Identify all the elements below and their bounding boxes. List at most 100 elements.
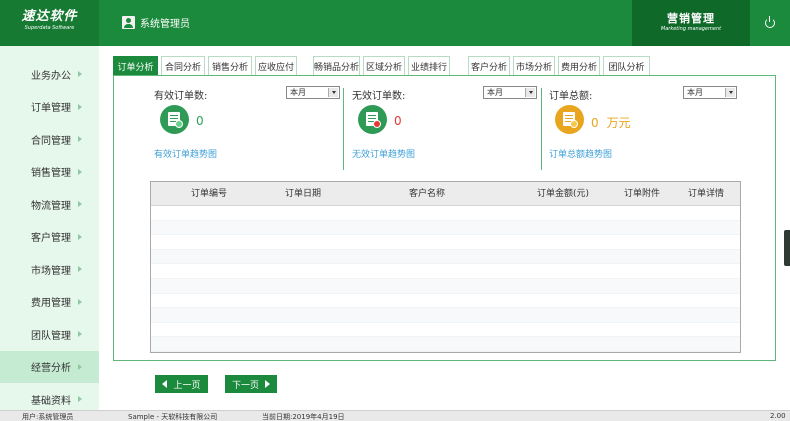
chevron-right-icon <box>78 168 82 175</box>
stat-divider <box>343 88 344 170</box>
table-row <box>151 337 740 352</box>
chevron-right-icon <box>78 298 82 305</box>
tab-region-analysis[interactable]: 区域分析 <box>363 56 405 75</box>
invalid-orders-period-select[interactable]: 本月 <box>483 86 537 99</box>
sidebar-item-label: 物流管理 <box>31 200 71 212</box>
valid-orders-period-select[interactable]: 本月 <box>286 86 340 99</box>
chevron-right-icon <box>78 363 82 370</box>
valid-orders-value: 0 <box>196 114 204 128</box>
status-date: 当前日期:2019年4月19日 <box>262 413 345 421</box>
sidebar-item-label: 客户管理 <box>31 233 71 245</box>
sidebar-item-label: 业务办公 <box>31 70 71 82</box>
chevron-right-icon <box>78 266 82 273</box>
chevron-right-icon <box>78 103 82 110</box>
invalid-order-doc-icon <box>358 105 387 134</box>
order-total-value: 0 <box>591 116 599 130</box>
status-company: Sample - 天软科技有限公司 <box>128 413 218 421</box>
sidebar-item-basic-data[interactable]: 基础资料 <box>0 383 99 410</box>
current-user: 系统管理员 <box>122 15 190 30</box>
chevron-right-icon <box>78 201 82 208</box>
column-order-number[interactable]: 订单编号 <box>191 182 227 206</box>
sidebar-item-customer-management[interactable]: 客户管理 <box>0 221 99 254</box>
sidebar-item-logistics-management[interactable]: 物流管理 <box>0 188 99 221</box>
user-name: 系统管理员 <box>140 19 190 30</box>
prev-page-button[interactable]: 上一页 <box>155 375 208 393</box>
valid-orders-label: 有效订单数: <box>154 91 208 102</box>
valid-orders-period-value: 本月 <box>290 88 306 97</box>
chevron-right-icon <box>78 331 82 338</box>
sidebar-item-contract-management[interactable]: 合同管理 <box>0 123 99 156</box>
column-order-date[interactable]: 订单日期 <box>285 182 321 206</box>
invalid-orders-trend-link[interactable]: 无效订单趋势图 <box>352 147 415 160</box>
table-row <box>151 278 740 294</box>
order-analysis-panel: 有效订单数: 本月 0 有效订单趋势图 无效订单数: 本月 0 无效订单趋势图 … <box>113 75 776 361</box>
tab-performance-ranking[interactable]: 业绩排行 <box>408 56 450 75</box>
sidebar-item-expense-management[interactable]: 费用管理 <box>0 286 99 319</box>
triangle-left-icon <box>162 380 168 388</box>
sidebar-item-market-management[interactable]: 市场管理 <box>0 253 99 286</box>
tab-market-analysis[interactable]: 市场分析 <box>513 56 555 75</box>
sidebar-item-label: 团队管理 <box>31 330 71 342</box>
stat-divider <box>541 88 542 170</box>
order-total-unit: 万元 <box>606 116 631 130</box>
status-bar: 用户:系统管理员 Sample - 天软科技有限公司 当前日期:2019年4月1… <box>0 410 790 421</box>
module-main-text: 营销管理 <box>667 12 715 25</box>
tab-receivables-payables[interactable]: 应收应付 <box>255 56 297 75</box>
caret-down-icon <box>729 91 733 94</box>
app-logo: 速达软件 Superdata Software <box>0 0 99 46</box>
order-total-period-select[interactable]: 本月 <box>683 86 737 99</box>
tab-team-analysis[interactable]: 团队分析 <box>603 56 650 75</box>
chevron-right-icon <box>78 136 82 143</box>
sidebar-item-team-management[interactable]: 团队管理 <box>0 318 99 351</box>
module-title: 营销管理 Marketing management <box>632 0 750 46</box>
valid-orders-trend-link[interactable]: 有效订单趋势图 <box>154 147 217 160</box>
caret-down-icon <box>529 91 533 94</box>
order-total-doc-icon <box>555 105 584 134</box>
logo-sub-text: Superdata Software <box>24 25 75 31</box>
sidebar-item-business-office[interactable]: 业务办公 <box>0 58 99 91</box>
status-user: 用户:系统管理员 <box>22 413 74 421</box>
sidebar-item-label: 市场管理 <box>31 265 71 277</box>
triangle-right-icon <box>265 380 270 388</box>
order-total-label: 订单总额: <box>549 91 593 102</box>
tab-expense-analysis[interactable]: 费用分析 <box>558 56 600 75</box>
chevron-right-icon <box>78 71 82 78</box>
column-order-details[interactable]: 订单详情 <box>688 182 724 206</box>
order-total-trend-link[interactable]: 订单总额趋势图 <box>549 147 612 160</box>
power-icon <box>765 16 775 28</box>
sidebar: 业务办公 订单管理 合同管理 销售管理 物流管理 客户管理 市场管理 费用管理 … <box>0 46 99 410</box>
tab-customer-analysis[interactable]: 客户分析 <box>468 56 510 75</box>
column-customer-name[interactable]: 客户名称 <box>409 182 445 206</box>
sidebar-item-order-management[interactable]: 订单管理 <box>0 91 99 124</box>
tab-contract-analysis[interactable]: 合同分析 <box>161 56 205 75</box>
invalid-orders-stat: 无效订单数: 本月 0 无效订单趋势图 <box>352 76 538 171</box>
sidebar-item-business-analysis[interactable]: 经营分析 <box>0 350 99 383</box>
tab-sales-analysis[interactable]: 销售分析 <box>208 56 252 75</box>
valid-order-doc-icon <box>160 105 189 134</box>
invalid-orders-value: 0 <box>394 114 402 128</box>
sidebar-item-label: 费用管理 <box>31 298 71 310</box>
chevron-right-icon <box>78 233 82 240</box>
table-row <box>151 206 740 221</box>
tab-bestseller-analysis[interactable]: 畅销品分析 <box>313 56 360 75</box>
order-total-value-wrap: 0 万元 <box>591 114 631 131</box>
chevron-right-icon <box>78 396 82 403</box>
next-page-label: 下一页 <box>231 380 259 391</box>
table-row <box>151 235 740 250</box>
module-sub-text: Marketing management <box>660 26 722 32</box>
table-row <box>151 249 740 265</box>
orders-table: 订单编号 订单日期 客户名称 订单金额(元) 订单附件 订单详情 <box>150 181 741 353</box>
table-row <box>151 323 740 338</box>
table-row <box>151 294 740 309</box>
side-panel-handle[interactable] <box>784 230 790 266</box>
order-total-stat: 订单总额: 本月 0 万元 订单总额趋势图 <box>549 76 749 171</box>
sidebar-item-label: 销售管理 <box>31 168 71 180</box>
valid-orders-stat: 有效订单数: 本月 0 有效订单趋势图 <box>154 76 340 171</box>
column-order-attachment[interactable]: 订单附件 <box>624 182 660 206</box>
column-order-amount[interactable]: 订单金额(元) <box>537 182 589 206</box>
next-page-button[interactable]: 下一页 <box>225 375 277 393</box>
sidebar-item-sales-management[interactable]: 销售管理 <box>0 156 99 189</box>
table-row <box>151 264 740 279</box>
tab-order-analysis[interactable]: 订单分析 <box>113 56 158 75</box>
logout-button[interactable] <box>750 0 790 46</box>
